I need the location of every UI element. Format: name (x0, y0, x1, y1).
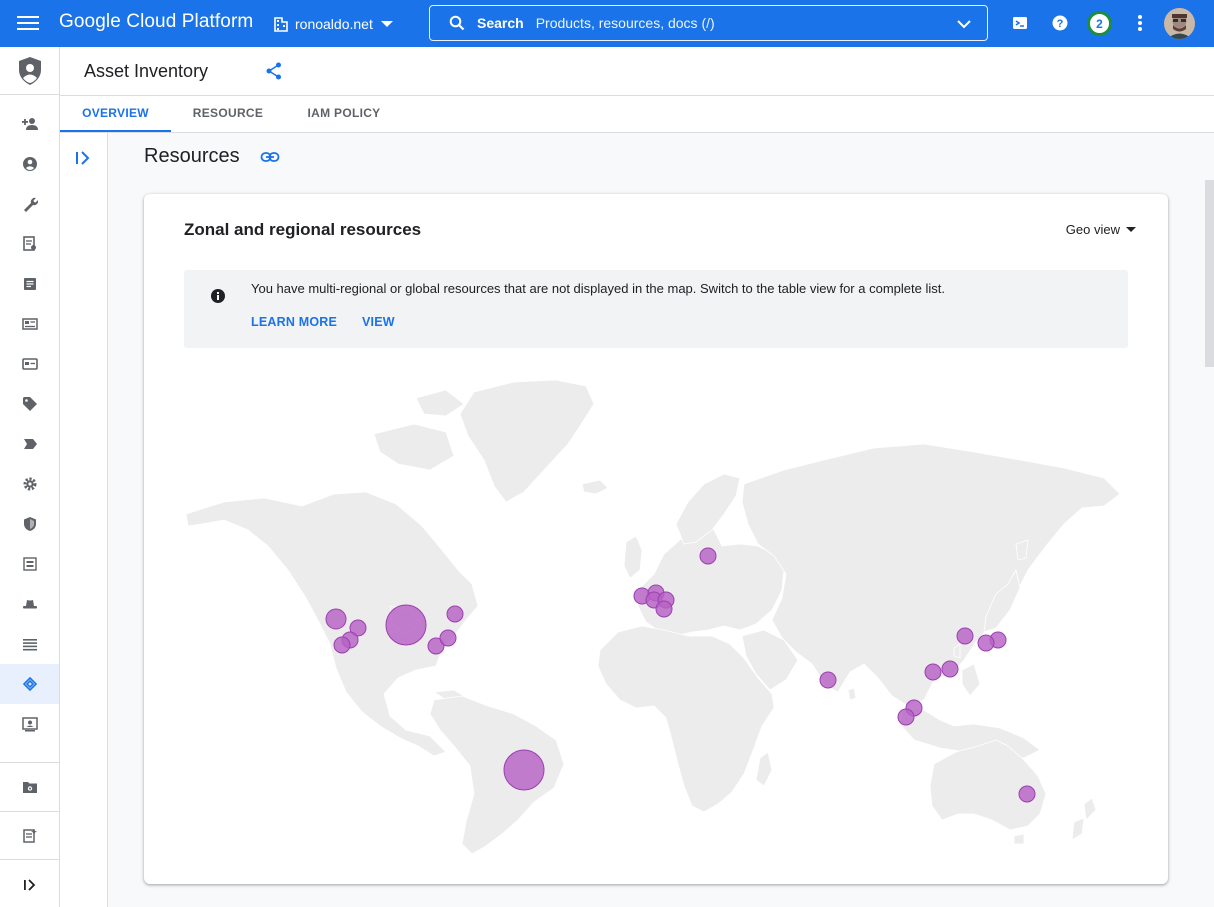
shield-icon[interactable] (0, 504, 59, 544)
info-icon (211, 289, 225, 303)
land-iceland (581, 479, 609, 495)
svg-text:?: ? (1057, 18, 1064, 30)
search-input[interactable]: Search Products, resources, docs (/) (429, 5, 988, 41)
land-scandinavia (675, 473, 741, 545)
security-shield-icon (18, 56, 41, 85)
rail-header (0, 47, 59, 95)
view-button[interactable]: VIEW (362, 315, 395, 329)
help-icon[interactable]: ? (1050, 13, 1070, 33)
menu-icon[interactable] (17, 13, 39, 33)
bubble-us-central1[interactable] (385, 604, 427, 646)
bubble-asia-northeast3[interactable] (956, 627, 974, 645)
scrollbar[interactable] (1205, 180, 1214, 367)
bubble-asia-southeast1[interactable] (897, 708, 915, 726)
avatar[interactable] (1164, 8, 1195, 39)
tab-iam-policy[interactable]: IAM POLICY (296, 96, 392, 132)
audit-icon[interactable] (0, 224, 59, 264)
bubble-asia-east2[interactable] (924, 663, 942, 681)
asset-inventory-icon[interactable] (0, 664, 59, 704)
cloud-shell-icon[interactable] (1010, 13, 1030, 33)
more-vert-icon[interactable] (1130, 13, 1150, 33)
view-selector[interactable]: Geo view (1066, 222, 1136, 237)
expand-panel-icon[interactable] (74, 150, 92, 166)
tab-overview[interactable]: OVERVIEW (60, 96, 171, 132)
settings-icon[interactable] (0, 464, 59, 504)
add-person-icon[interactable] (0, 104, 59, 144)
building-icon (274, 16, 288, 32)
bubble-australia-southeast1[interactable] (1018, 785, 1036, 803)
bubble-asia-east1[interactable] (941, 660, 959, 678)
notice-message: You have multi-regional or global resour… (251, 281, 945, 296)
world-map[interactable] (184, 374, 1128, 864)
release-notes-icon[interactable] (0, 816, 59, 856)
search-icon (449, 15, 465, 31)
account-icon[interactable] (0, 144, 59, 184)
project-name: ronoaldo.net (295, 16, 373, 32)
hat-icon[interactable] (0, 584, 59, 624)
card-title: Zonal and regional resources (184, 220, 422, 239)
project-selector[interactable]: ronoaldo.net (274, 13, 393, 35)
list-doc-icon[interactable] (0, 264, 59, 304)
folder-settings-icon[interactable] (0, 767, 59, 807)
notifications-badge[interactable]: 2 (1087, 11, 1112, 36)
label-icon[interactable] (0, 424, 59, 464)
bubble-europe-west6[interactable] (655, 600, 673, 618)
chevron-down-icon[interactable] (957, 17, 971, 31)
bubble-us-west4[interactable] (333, 636, 351, 654)
land-arctic-islands (373, 423, 455, 471)
product-nav-rail (0, 47, 60, 907)
collapse-icon[interactable] (0, 865, 59, 905)
resources-card: Zonal and regional resources Geo view Yo… (144, 194, 1168, 884)
wrench-icon[interactable] (0, 184, 59, 224)
bubble-asia-northeast2[interactable] (977, 634, 995, 652)
info-notice: You have multi-regional or global resour… (184, 270, 1128, 348)
land-south-america (429, 695, 565, 855)
chevron-down-icon (380, 21, 393, 27)
card-icon[interactable] (0, 344, 59, 384)
tag-icon[interactable] (0, 384, 59, 424)
search-placeholder: Products, resources, docs (/) (535, 15, 715, 31)
page-header: Asset Inventory (60, 47, 1214, 96)
share-icon[interactable] (266, 62, 282, 80)
bubble-northamerica-northeast1[interactable] (446, 605, 464, 623)
land-uk (623, 535, 643, 579)
list-icon[interactable] (0, 624, 59, 664)
section-title: Resources (144, 145, 240, 167)
tab-resource[interactable]: RESOURCE (180, 96, 276, 132)
id-card-icon[interactable] (0, 304, 59, 344)
tab-bar: OVERVIEW RESOURCE IAM POLICY (60, 96, 1214, 133)
contact-card-icon[interactable] (0, 704, 59, 744)
bubble-asia-south1[interactable] (819, 671, 837, 689)
page-title: Asset Inventory (84, 61, 209, 81)
bubble-southamerica-east1[interactable] (503, 749, 545, 791)
search-label: Search (477, 15, 524, 31)
bubble-us-east4[interactable] (439, 629, 457, 647)
view-selector-label: Geo view (1065, 222, 1120, 237)
bubble-us-west1[interactable] (325, 608, 347, 630)
bubble-europe-north1[interactable] (699, 547, 717, 565)
top-app-bar: Google Cloud Platform ronoaldo.net Searc… (0, 0, 1214, 47)
group-icon[interactable] (0, 544, 59, 584)
learn-more-button[interactable]: LEARN MORE (251, 315, 337, 329)
link-icon[interactable] (260, 148, 280, 166)
brand-title[interactable]: Google Cloud Platform (59, 11, 253, 33)
caret-down-icon (1126, 227, 1136, 232)
filter-panel (60, 133, 108, 907)
land-greenland (459, 379, 595, 503)
